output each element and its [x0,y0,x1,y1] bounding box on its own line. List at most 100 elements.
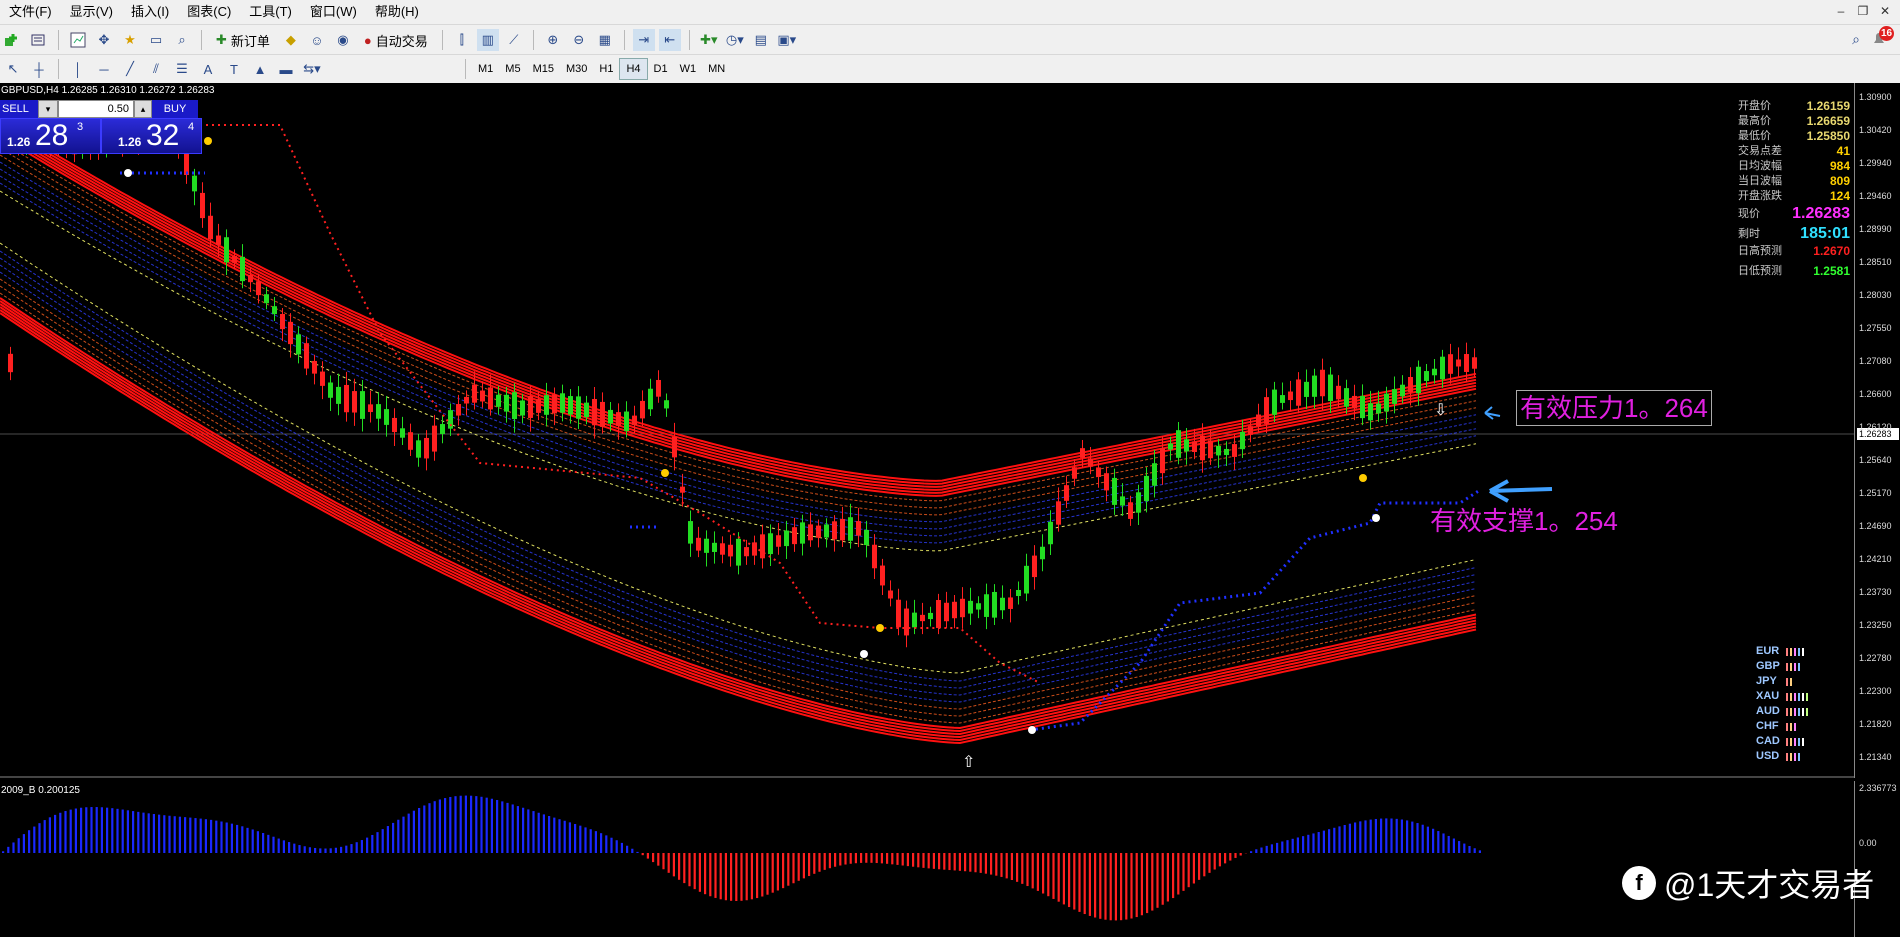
histogram-bar-positive [1359,821,1362,853]
new-chart-icon[interactable] [2,29,24,51]
shapes-icon[interactable]: ▬ [275,58,297,80]
period-mn[interactable]: MN [702,59,731,79]
cursor-icon[interactable]: ↖ [2,58,24,80]
chart-shift-icon[interactable]: ⇤ [658,29,681,51]
period-m30[interactable]: M30 [560,59,593,79]
periods-icon[interactable]: ◷▾ [724,29,746,51]
equidistant-channel-icon[interactable]: ⫽ [145,58,167,80]
horizontal-line-icon[interactable]: ─ [93,58,115,80]
buy-price-button[interactable]: 1.26 32 4 [101,118,202,154]
candle-body [800,522,805,544]
menu-help[interactable]: 帮助(H) [366,0,428,24]
zoom-out-icon[interactable]: ⊖ [568,29,590,51]
line-chart-icon[interactable]: ⟋ [503,29,525,51]
volume-up-icon[interactable]: ▴ [134,100,152,118]
stat-value: 185:01 [1800,225,1850,242]
indicators-icon[interactable]: ✚▾ [698,29,720,51]
tile-windows-icon[interactable]: ▦ [594,29,616,51]
terminal-icon[interactable]: ▭ [145,29,167,51]
period-d1[interactable]: D1 [648,59,674,79]
more-tools-icon[interactable]: ⇆▾ [301,58,323,80]
volume-down-icon[interactable]: ▾ [38,100,58,118]
minimize-icon[interactable]: – [1832,3,1850,19]
notifications-icon[interactable]: 16 [1870,26,1894,49]
period-m15[interactable]: M15 [527,59,560,79]
price-axis[interactable]: 1.26283 1.30900 1.30420 1.29940 1.29460 1.28… [1854,83,1900,778]
text-icon[interactable]: A [197,58,219,80]
sell-price-prefix: 1.26 [7,135,31,149]
price-tick: 1.27550 [1859,323,1892,333]
candle-body [328,382,333,398]
menu-window[interactable]: 窗口(W) [301,0,366,24]
histogram-bar-positive [542,814,545,853]
histogram-bar-negative [802,853,805,879]
arrow-icon[interactable]: ▲ [249,58,271,80]
period-h4[interactable]: H4 [619,58,648,80]
histogram-bar-negative [1156,853,1159,908]
period-m1[interactable]: M1 [472,59,499,79]
metaeditor-icon[interactable]: ◆ [280,29,302,51]
histogram-bar-positive [111,808,114,853]
candle-body [1208,440,1213,459]
histogram-bar-positive [48,817,51,853]
candle-body [944,602,949,622]
histogram-bar-negative [1052,853,1055,899]
stat-low: 最低价 1.25850 [1738,129,1850,143]
period-m5[interactable]: M5 [499,59,526,79]
navigator-icon[interactable]: ✥ [93,29,115,51]
strategy-tester-icon[interactable]: ⌕ [171,29,193,51]
market-watch-icon[interactable] [67,29,89,51]
vps-icon[interactable]: ◉ [332,29,354,51]
stat-value: 1.26159 [1806,99,1850,113]
menu-charts[interactable]: 图表(C) [178,0,240,24]
profiles-icon[interactable] [28,29,50,51]
crosshair-icon[interactable]: ┼ [28,58,50,80]
menu-view[interactable]: 显示(V) [61,0,122,24]
search-icon[interactable]: ⌕ [1852,31,1860,48]
candle-body [1008,597,1013,609]
trendline-icon[interactable]: ╱ [119,58,141,80]
period-h1[interactable]: H1 [593,59,619,79]
zoom-in-icon[interactable]: ⊕ [542,29,564,51]
sell-price-button[interactable]: 1.26 28 3 [0,118,101,154]
price-tick: 1.24690 [1859,521,1892,531]
histogram-bar-negative [1062,853,1065,905]
histogram-bar-positive [1468,845,1471,853]
new-order-button[interactable]: ✚ 新订单 [210,29,276,51]
close-icon[interactable]: ✕ [1876,3,1894,19]
signals-icon[interactable]: ☺ [306,29,328,51]
auto-trading-button[interactable]: ● 自动交易 [358,29,434,51]
candlestick-icon[interactable]: ▥ [476,29,499,51]
candle-body [648,388,653,410]
menu-tools[interactable]: 工具(T) [240,0,301,24]
buy-button[interactable]: BUY [152,100,198,118]
bar-chart-icon[interactable]: ⫿ [451,29,473,51]
volume-input[interactable]: 0.50 [58,100,134,118]
candle-body [1160,447,1165,474]
candle-body [456,404,461,416]
sell-button[interactable]: SELL [0,100,38,118]
favorites-icon[interactable]: ★ [119,29,141,51]
candle-body [1176,430,1181,458]
auto-scroll-icon[interactable]: ⇥ [632,29,655,51]
vertical-line-icon[interactable]: │ [67,58,89,80]
chart-properties-icon[interactable]: ▣▾ [776,29,798,51]
fibonacci-icon[interactable]: ☰ [171,58,193,80]
period-w1[interactable]: W1 [674,59,703,79]
chart-window[interactable]: ⇧ ⇩ GBPUSD,H4 1.26285 1.26310 1.26272 1.2… [0,83,1900,937]
histogram-bar-positive [568,822,571,853]
candle-body [496,394,501,407]
menu-insert[interactable]: 插入(I) [122,0,178,24]
strength-bars [1786,707,1808,716]
histogram-bar-positive [236,824,239,853]
toolbar-separator [465,59,466,79]
histogram-bar-positive [59,812,62,853]
restore-icon[interactable]: ❐ [1854,3,1872,19]
templates-icon[interactable]: ▤ [750,29,772,51]
histogram-bar-positive [350,844,353,853]
text-label-icon[interactable]: T [223,58,245,80]
histogram-bar-negative [1000,853,1003,877]
lower-envelope-line [0,300,1477,733]
candle-body [400,428,405,438]
menu-file[interactable]: 文件(F) [0,0,61,24]
